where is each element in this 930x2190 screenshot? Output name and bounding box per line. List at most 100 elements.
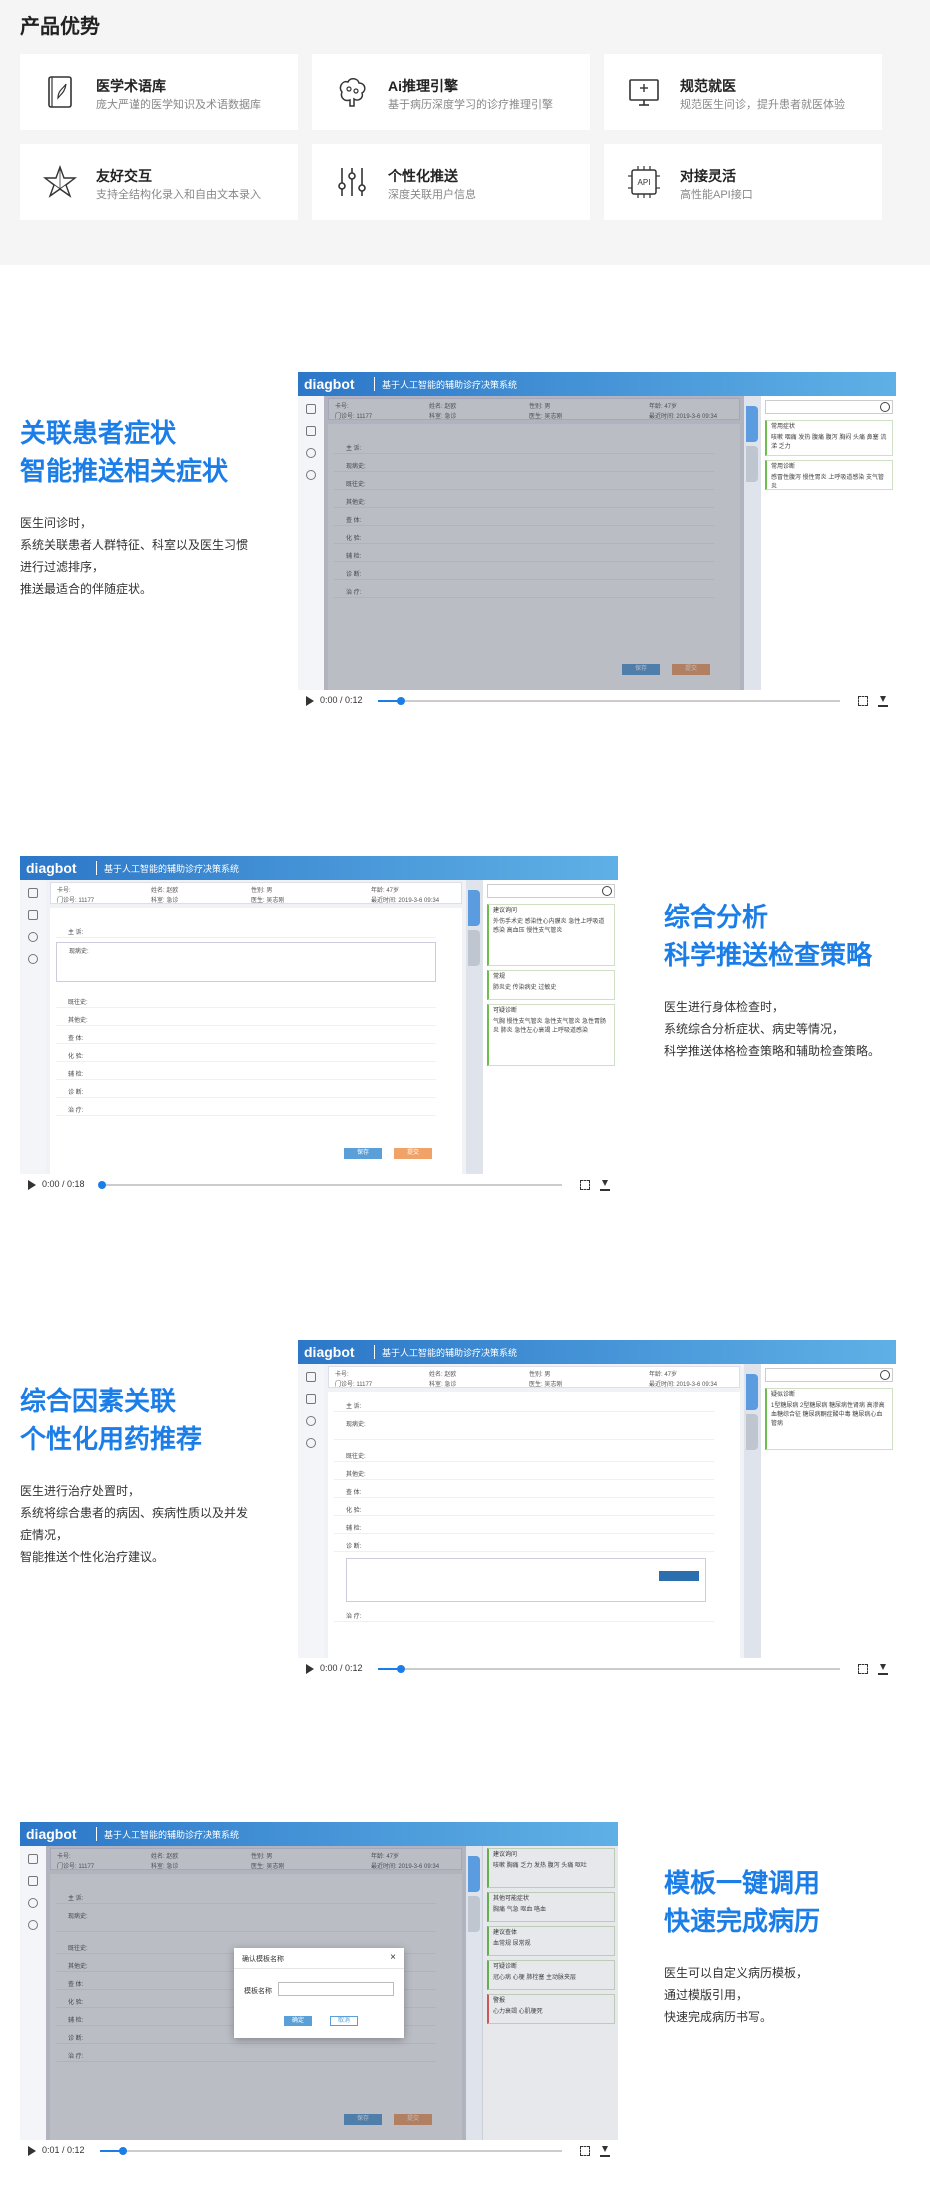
play-icon[interactable] xyxy=(28,2146,36,2156)
recommend-panel: 常用症状 咳嗽 咽痛 发热 腹痛 腹泻 胸闷 头痛 鼻塞 流涕 乏力 常用诊断 … xyxy=(760,396,896,690)
video-progress-knob[interactable] xyxy=(98,1181,106,1189)
video-screen[interactable]: diagbot 基于人工智能的辅助诊疗决策系统 卡号: 姓名: 赵欧 性别: 男… xyxy=(298,372,896,690)
treatment-panel[interactable] xyxy=(346,1558,706,1602)
right-tabs xyxy=(744,1364,760,1658)
form-row[interactable]: 诊 断: xyxy=(334,1538,714,1552)
video-progress-knob[interactable] xyxy=(119,2147,128,2155)
treatment-action-button[interactable] xyxy=(659,1571,699,1581)
video-progress-knob[interactable] xyxy=(397,697,406,705)
form-row[interactable]: 主 诉: xyxy=(56,924,436,938)
feature-desc: 医生进行身体检查时， 系统综合分析症状、病史等情况， 科学推送体格检查策略和辅助… xyxy=(664,1000,881,1058)
video-player-1[interactable]: diagbot 基于人工智能的辅助诊疗决策系统 卡号: 姓名: 赵欧 性别: 男… xyxy=(298,372,896,712)
form-row[interactable]: 现病史: xyxy=(56,942,436,982)
video-progress-bar[interactable] xyxy=(100,2147,562,2155)
gear-icon xyxy=(306,448,316,458)
feature-exam-strategy: 综合分析 科学推送检查策略 医生进行身体检查时， 系统综合分析症状、病史等情况，… xyxy=(664,898,894,1062)
advantage-title: 医学术语库 xyxy=(96,78,166,94)
video-player-4[interactable]: diagbot 基于人工智能的辅助诊疗决策系统 卡号: 姓名: 赵欧 性别: 男… xyxy=(20,1822,618,2162)
video-time: 0:00 / 0:12 xyxy=(320,1663,363,1673)
tab-other[interactable] xyxy=(468,1896,480,1932)
advantage-card-terminology: 医学术语库 庞大严谨的医学知识及术语数据库 xyxy=(20,54,298,130)
brain-icon xyxy=(339,78,366,107)
form-row[interactable]: 其他史: xyxy=(56,1012,436,1026)
right-tabs xyxy=(744,396,760,690)
recommend-block: 常用症状 咳嗽 咽痛 发热 腹痛 腹泻 胸闷 头痛 鼻塞 流涕 乏力 xyxy=(765,420,893,456)
form-row[interactable]: 化 验: xyxy=(334,1502,714,1516)
video-progress-bar[interactable] xyxy=(378,697,840,705)
form-row[interactable]: 主 诉: xyxy=(334,1398,714,1412)
feature-desc: 医生问诊时， 系统关联患者人群特征、科室以及医生习惯 进行过滤排序， 推送最适合… xyxy=(20,516,249,596)
form-row[interactable]: 辅 检: xyxy=(334,1520,714,1534)
video-player-2[interactable]: diagbot 基于人工智能的辅助诊疗决策系统 卡号: 姓名: 赵欧 性别: 男… xyxy=(20,856,618,1196)
app-title: 基于人工智能的辅助诊疗决策系统 xyxy=(382,380,518,390)
app-sidebar xyxy=(20,1846,46,2140)
form-row[interactable]: 化 验: xyxy=(56,1048,436,1062)
form-row[interactable]: 查 体: xyxy=(334,1484,714,1498)
video-progress-bar[interactable] xyxy=(98,1181,562,1189)
search-input[interactable] xyxy=(765,1368,893,1382)
close-icon[interactable]: × xyxy=(390,1952,396,1963)
patient-info: 卡号: 姓名: 赵欧 性别: 男 年龄: 47岁 门诊号: 11177 科室: … xyxy=(50,882,462,904)
monitor-icon xyxy=(629,79,659,106)
fullscreen-icon[interactable] xyxy=(580,1180,590,1190)
template-name-input[interactable] xyxy=(278,1982,394,1996)
app-logo: diagbot xyxy=(304,376,355,392)
fullscreen-icon[interactable] xyxy=(858,696,868,706)
tab-recommend[interactable] xyxy=(468,1856,480,1892)
download-icon[interactable] xyxy=(878,695,888,707)
sliders-icon xyxy=(338,168,366,196)
tab-recommend[interactable] xyxy=(468,890,480,926)
gear-icon xyxy=(306,1416,316,1426)
form-row[interactable]: 查 体: xyxy=(56,1030,436,1044)
download-icon[interactable] xyxy=(600,2145,610,2157)
tab-other[interactable] xyxy=(746,446,758,482)
right-tabs xyxy=(466,1846,482,2140)
search-input[interactable] xyxy=(765,400,893,414)
tab-other[interactable] xyxy=(746,1414,758,1450)
advantage-desc: 庞大严谨的医学知识及术语数据库 xyxy=(96,99,261,111)
form-row[interactable]: 辅 检: xyxy=(56,1066,436,1080)
submit-button[interactable]: 提交 xyxy=(394,1148,432,1159)
play-icon[interactable] xyxy=(306,1664,314,1674)
app-header: diagbot 基于人工智能的辅助诊疗决策系统 xyxy=(298,1340,896,1364)
record-form: 主 诉: 现病史: 既往史: 其他史: 查 体: 化 验: 辅 检: 诊 断: … xyxy=(328,1392,740,1658)
tab-other[interactable] xyxy=(468,930,480,966)
fullscreen-icon[interactable] xyxy=(580,2146,590,2156)
fullscreen-icon[interactable] xyxy=(858,1664,868,1674)
ok-button[interactable]: 确定 xyxy=(284,2016,312,2026)
save-button[interactable]: 保存 xyxy=(344,1148,382,1159)
sidebar-icon xyxy=(28,910,38,920)
app-sidebar xyxy=(20,880,46,1174)
form-row[interactable]: 其他史: xyxy=(334,1466,714,1480)
form-row[interactable]: 诊 断: xyxy=(56,1084,436,1098)
video-screen[interactable]: diagbot 基于人工智能的辅助诊疗决策系统 卡号: 姓名: 赵欧 性别: 男… xyxy=(20,856,618,1174)
video-screen[interactable]: diagbot 基于人工智能的辅助诊疗决策系统 卡号: 姓名: 赵欧 性别: 男… xyxy=(20,1822,618,2140)
app-title: 基于人工智能的辅助诊疗决策系统 xyxy=(382,1348,518,1358)
form-row[interactable]: 治 疗: xyxy=(56,1102,436,1116)
tab-recommend[interactable] xyxy=(746,1374,758,1410)
tab-recommend[interactable] xyxy=(746,406,758,442)
play-icon[interactable] xyxy=(28,1180,36,1190)
gear-icon xyxy=(306,1438,316,1448)
form-row[interactable]: 现病史: xyxy=(334,1416,714,1440)
download-icon[interactable] xyxy=(600,1179,610,1191)
feature-title-line1: 模板一键调用 xyxy=(664,1868,821,1898)
feature-template: 模板一键调用 快速完成病历 医生可以自定义病历模板， 通过模版引用， 快速完成病… xyxy=(664,1864,894,2028)
form-row[interactable]: 既往史: xyxy=(56,994,436,1008)
video-screen[interactable]: diagbot 基于人工智能的辅助诊疗决策系统 卡号: 姓名: 赵欧 性别: 男… xyxy=(298,1340,896,1658)
play-icon[interactable] xyxy=(306,696,314,706)
gear-icon xyxy=(306,470,316,480)
video-progress-bar[interactable] xyxy=(378,1665,840,1673)
advantage-title: 规范就医 xyxy=(680,78,736,94)
form-row[interactable]: 既往史: xyxy=(334,1448,714,1462)
recommend-block: 疑似诊断 1型糖尿病 2型糖尿病 糖尿病性肾病 高渗高血糖综合征 糖尿病酮症酸中… xyxy=(765,1388,893,1450)
video-controls: 0:00 / 0:18 xyxy=(20,1174,618,1196)
cancel-button[interactable]: 取消 xyxy=(330,2016,358,2026)
form-row[interactable]: 治 疗: xyxy=(334,1608,714,1622)
search-input[interactable] xyxy=(487,884,615,898)
advantage-title: Ai推理引擎 xyxy=(388,78,458,94)
video-progress-knob[interactable] xyxy=(397,1665,406,1673)
download-icon[interactable] xyxy=(878,1663,888,1675)
advantage-desc: 支持全结构化录入和自由文本录入 xyxy=(96,189,261,201)
video-player-3[interactable]: diagbot 基于人工智能的辅助诊疗决策系统 卡号: 姓名: 赵欧 性别: 男… xyxy=(298,1340,896,1680)
